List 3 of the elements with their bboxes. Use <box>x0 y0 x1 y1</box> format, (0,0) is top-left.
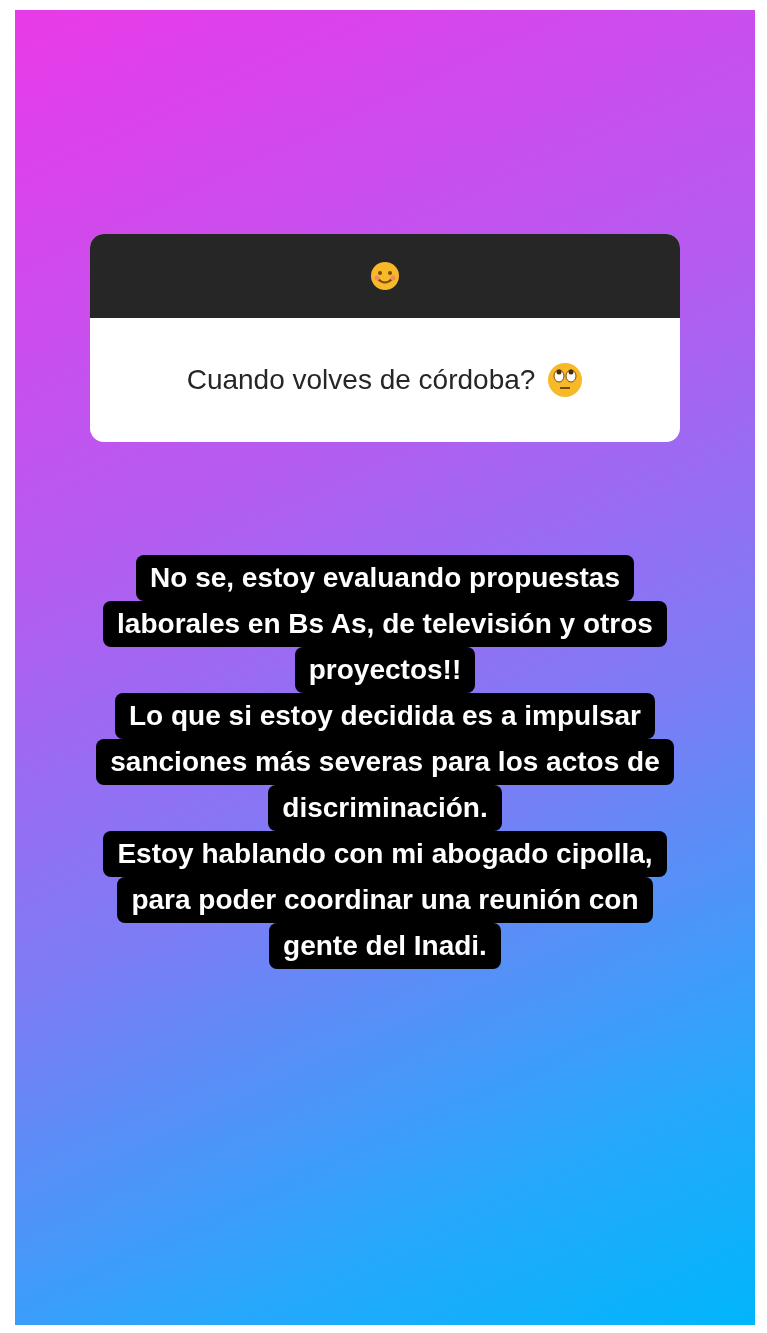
smiling-face-icon <box>370 261 400 291</box>
question-text: Cuando volves de córdoba? <box>186 363 536 397</box>
eye-roll-face-icon <box>547 362 584 398</box>
